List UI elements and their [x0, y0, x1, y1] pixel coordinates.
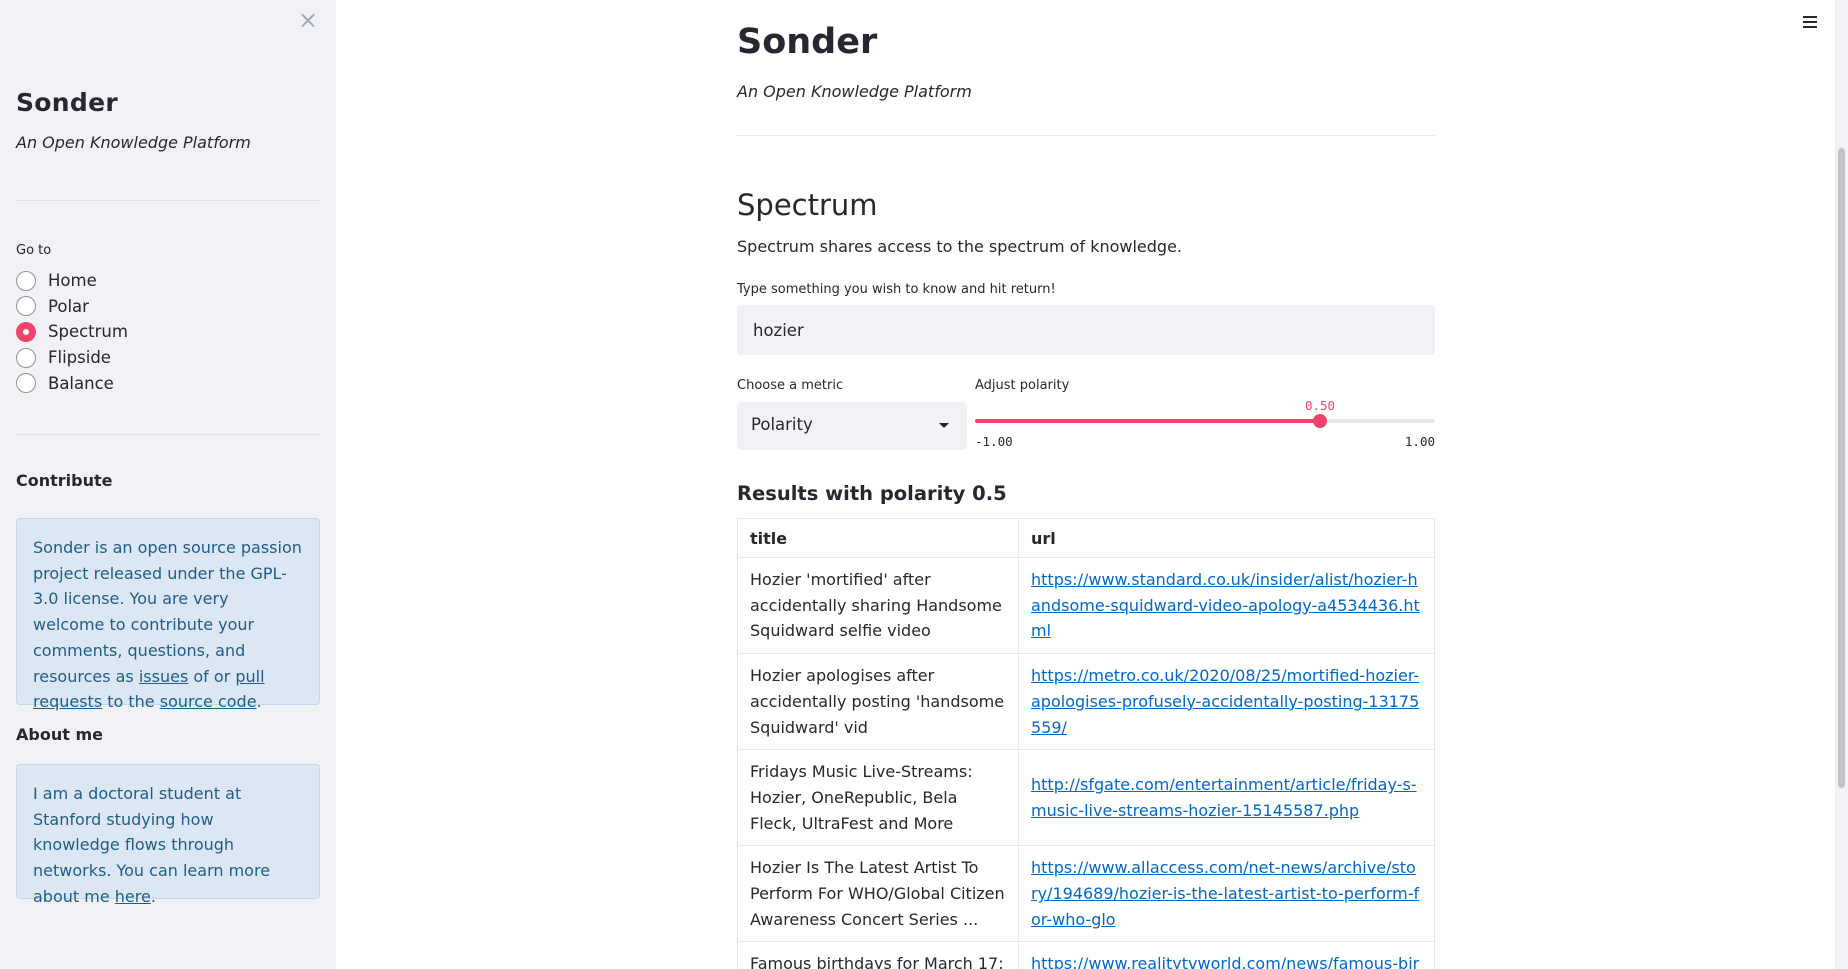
result-link[interactable]: https://metro.co.uk/2020/08/25/mortified… [1031, 666, 1419, 736]
radio-button[interactable] [16, 373, 36, 394]
contribute-text: Sonder is an open source passion project… [33, 538, 302, 686]
about-here-link[interactable]: here [115, 887, 151, 906]
cell-url: https://www.standard.co.uk/insider/alist… [1018, 556, 1435, 655]
sidebar-title: Sonder [16, 88, 118, 117]
goto-label: Go to [16, 243, 52, 258]
about-text: . [150, 886, 156, 906]
result-link[interactable]: https://www.realitytvworld.com/news/famo… [1031, 954, 1419, 969]
issues-link[interactable]: issues [139, 667, 188, 686]
source-code-link[interactable]: source code [160, 692, 257, 711]
radio-label: Balance [48, 373, 114, 393]
cell-title: Famous birthdays for March 17: Hozier, K… [737, 941, 1019, 969]
sidebar-divider [16, 200, 320, 201]
radio-button[interactable] [16, 321, 36, 342]
cell-title: Hozier apologises after accidentally pos… [737, 653, 1019, 751]
about-info-box: I am a doctoral student at Stanford stud… [16, 764, 320, 906]
result-link[interactable]: http://sfgate.com/entertainment/article/… [1031, 775, 1417, 820]
section-title: Spectrum [737, 188, 878, 222]
slider-track[interactable] [975, 419, 1435, 423]
metric-select-value: Polarity [751, 415, 813, 434]
metric-select[interactable]: Polarity [737, 402, 967, 450]
cell-title: Fridays Music Live-Streams: Hozier, OneR… [737, 749, 1019, 847]
cell-title: Hozier Is The Latest Artist To Perform F… [737, 845, 1019, 943]
column-header-title: title [737, 518, 1019, 558]
chevron-down-icon [939, 423, 949, 428]
nav-radio-balance[interactable]: Balance [16, 370, 128, 396]
search-input[interactable] [737, 305, 1435, 355]
section-description: Spectrum shares access to the spectrum o… [737, 237, 1182, 256]
radio-label: Polar [48, 296, 89, 316]
page-subtitle: An Open Knowledge Platform [737, 82, 972, 101]
radio-button[interactable] [16, 296, 36, 317]
search-input-label: Type something you wish to know and hit … [737, 282, 1056, 297]
cell-url: https://www.allaccess.com/net-news/archi… [1018, 845, 1435, 943]
slider-min-label: -1.00 [975, 434, 1013, 449]
main-divider [737, 135, 1435, 136]
contribute-info-box: Sonder is an open source passion project… [16, 518, 320, 711]
close-icon[interactable]: × [296, 8, 320, 32]
polarity-slider-label: Adjust polarity [975, 378, 1070, 393]
radio-button[interactable] [16, 270, 36, 291]
sidebar-divider [16, 434, 320, 435]
slider-fill [975, 419, 1320, 423]
sidebar: × Sonder An Open Knowledge Platform Go t… [0, 0, 336, 969]
result-link[interactable]: https://www.standard.co.uk/insider/alist… [1031, 570, 1420, 640]
cell-url: https://www.realitytvworld.com/news/famo… [1018, 941, 1435, 969]
nav-radio-spectrum[interactable]: Spectrum [16, 319, 128, 345]
nav-radio-flipside[interactable]: Flipside [16, 345, 128, 371]
table-row: Hozier apologises after accidentally pos… [737, 653, 1435, 751]
column-header-url: url [1018, 518, 1435, 558]
hamburger-menu-icon[interactable] [1801, 14, 1821, 30]
slider-max-label: 1.00 [1404, 434, 1435, 449]
metric-select-label: Choose a metric [737, 378, 844, 393]
cell-url: http://sfgate.com/entertainment/article/… [1018, 749, 1435, 847]
contribute-heading: Contribute [16, 471, 113, 490]
radio-label: Flipside [48, 348, 111, 368]
scrollbar-thumb[interactable] [1838, 148, 1845, 788]
results-table: title url Hozier 'mortified' after accid… [737, 518, 1435, 969]
nav-radio-polar[interactable]: Polar [16, 294, 128, 320]
page-title: Sonder [737, 22, 878, 62]
radio-label: Spectrum [48, 322, 128, 342]
table-row: Famous birthdays for March 17: Hozier, K… [737, 941, 1435, 969]
contribute-text: . [256, 692, 262, 712]
slider-value: 0.50 [1304, 398, 1336, 413]
table-row: Fridays Music Live-Streams: Hozier, OneR… [737, 749, 1435, 847]
table-header-row: title url [737, 518, 1435, 558]
radio-button[interactable] [16, 347, 36, 368]
about-heading: About me [16, 725, 103, 744]
scrollbar[interactable] [1835, 0, 1848, 969]
table-row: Hozier Is The Latest Artist To Perform F… [737, 845, 1435, 943]
table-row: Hozier 'mortified' after accidentally sh… [737, 556, 1435, 655]
results-heading: Results with polarity 0.5 [737, 482, 1007, 505]
contribute-text: to the [102, 692, 160, 712]
nav-radio-home[interactable]: Home [16, 268, 128, 294]
result-link[interactable]: https://www.allaccess.com/net-news/archi… [1031, 858, 1419, 928]
cell-title: Hozier 'mortified' after accidentally sh… [737, 556, 1019, 655]
cell-url: https://metro.co.uk/2020/08/25/mortified… [1018, 653, 1435, 751]
slider-thumb[interactable] [1313, 414, 1327, 428]
nav-radio-group: Home Polar Spectrum Flipside Balance [16, 268, 128, 396]
sidebar-subtitle: An Open Knowledge Platform [16, 133, 251, 152]
radio-label: Home [48, 271, 97, 291]
polarity-slider[interactable]: 0.50 -1.00 1.00 [975, 398, 1435, 450]
contribute-text: of or [188, 666, 236, 686]
